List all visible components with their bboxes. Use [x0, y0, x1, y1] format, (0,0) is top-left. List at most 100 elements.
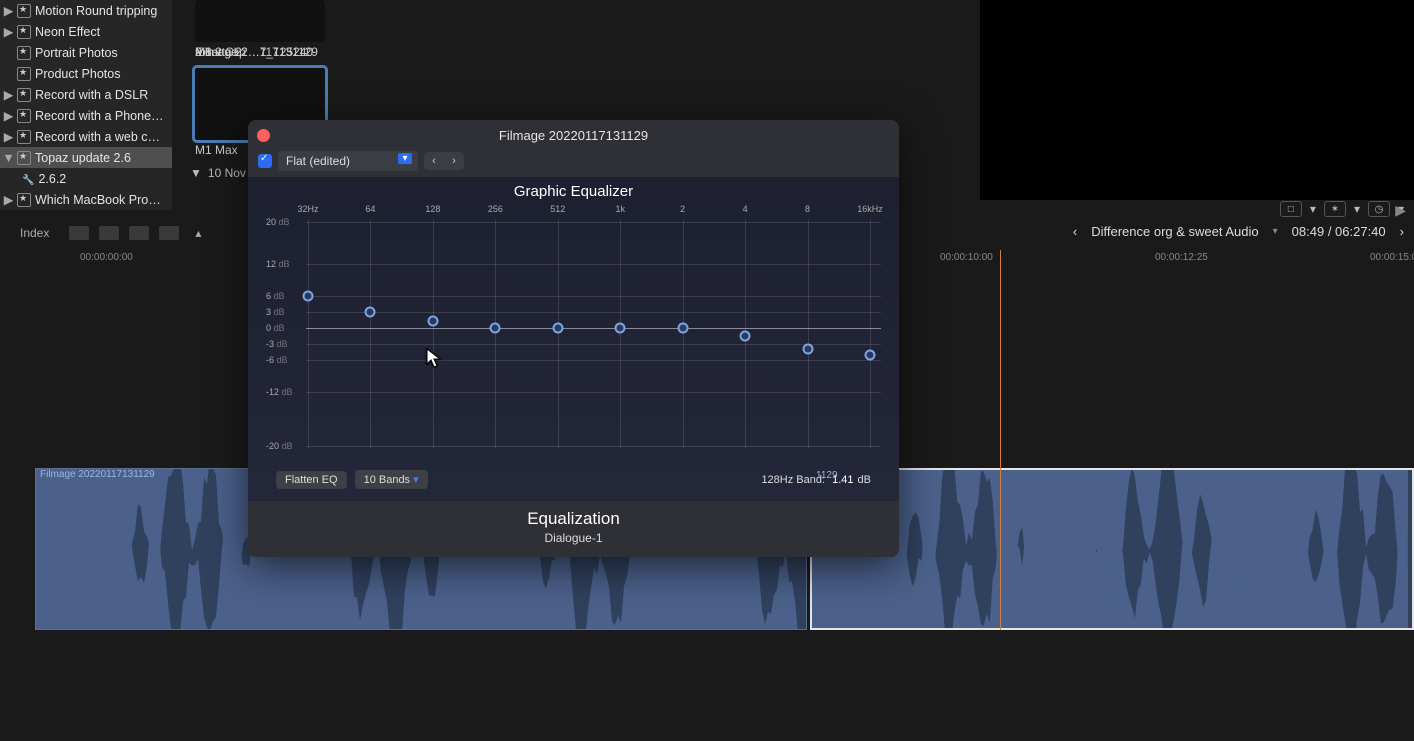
keyword-icon	[22, 172, 34, 186]
ruler-tick: 00:00:12:25	[1155, 252, 1208, 263]
eq-y-tick-label: 3 dB	[266, 307, 285, 317]
eq-band-handle[interactable]	[365, 307, 376, 318]
history-back-button[interactable]: ‹	[1073, 224, 1077, 239]
eq-band-handle[interactable]	[552, 323, 563, 334]
bands-select[interactable]: 10 Bands	[355, 470, 428, 489]
sidebar-item[interactable]: ▶Record with a Phone…	[0, 105, 172, 126]
eq-band-handle[interactable]	[615, 323, 626, 334]
preset-nav: ‹ ›	[424, 152, 464, 170]
eq-band-handle[interactable]	[490, 323, 501, 334]
close-button[interactable]	[257, 129, 270, 142]
prev-preset-button[interactable]: ‹	[424, 152, 444, 170]
play-button-icon[interactable]: ▶	[1395, 202, 1406, 219]
sidebar-item[interactable]: Portrait Photos	[0, 42, 172, 63]
sidebar-item-label: Record with a web c…	[35, 130, 172, 144]
tool-icon[interactable]	[99, 226, 119, 240]
next-preset-button[interactable]: ›	[444, 152, 464, 170]
eq-x-tick-label: 4	[743, 204, 748, 214]
chevron-down-icon[interactable]: ▾	[1310, 202, 1316, 216]
sidebar-item[interactable]: ▶ Record with a DSLR	[0, 84, 172, 105]
sidebar-item[interactable]: ▼ Topaz update 2.6	[0, 147, 172, 168]
eq-x-tick-label: 256	[488, 204, 503, 214]
eq-band-handle[interactable]	[865, 349, 876, 360]
chevron-down-icon[interactable]: ▾	[1354, 202, 1360, 216]
eq-graph-title: Graphic Equalizer	[262, 183, 885, 200]
viewer[interactable]	[980, 0, 1414, 200]
browser-date-header[interactable]: ▼10 Nov	[190, 166, 246, 180]
sidebar-item[interactable]: ▶ Record with a web c…	[0, 126, 172, 147]
favorite-badge-icon	[17, 151, 31, 165]
eq-x-tick-label: 1k	[615, 204, 625, 214]
enhance-tool-icon[interactable]: ✶	[1324, 201, 1346, 217]
favorite-badge-icon	[17, 4, 31, 18]
eq-x-tick-label: 2	[680, 204, 685, 214]
timeline-title-bar: ‹ Difference org & sweet Audio ▾ 08:49 / …	[1073, 224, 1404, 239]
disclosure-triangle-icon[interactable]: ▶	[4, 27, 13, 36]
eq-band-handle[interactable]	[677, 323, 688, 334]
disclosure-triangle-icon[interactable]	[4, 48, 13, 57]
sidebar-subitem[interactable]: 2.6.2	[0, 168, 172, 189]
eq-popover: Filmage 20220117131129 Flat (edited) ‹ ›…	[248, 120, 899, 557]
eq-preset-select[interactable]: Flat (edited)	[278, 151, 418, 171]
arrow-tool-icon[interactable]: ▴	[195, 226, 201, 240]
tool-icon[interactable]	[69, 226, 89, 240]
chevron-down-icon[interactable]: ▾	[1273, 226, 1278, 237]
tool-icon[interactable]	[129, 226, 149, 240]
eq-x-tick-label: 16kHz	[857, 204, 883, 214]
favorite-badge-icon	[17, 46, 31, 60]
eq-y-tick-label: -3 dB	[266, 339, 288, 349]
sidebar-item[interactable]: ▶ Which MacBook Pro…	[0, 189, 172, 210]
sidebar-item[interactable]: ▶ Neon Effect	[0, 21, 172, 42]
transform-tool-icon[interactable]: □	[1280, 201, 1302, 217]
disclosure-triangle-icon[interactable]	[4, 69, 13, 78]
sidebar-item[interactable]: Product Photos	[0, 63, 172, 84]
playhead[interactable]	[1000, 250, 1001, 630]
disclosure-triangle-icon[interactable]: ▶	[4, 132, 13, 141]
disclosure-triangle-icon[interactable]: ▶	[4, 90, 13, 99]
eq-y-tick-label: -6 dB	[266, 355, 288, 365]
sidebar-item-label: Product Photos	[35, 67, 172, 81]
sidebar-item-label: Portrait Photos	[35, 46, 172, 60]
playhead-time: 08:49 / 06:27:40	[1292, 224, 1386, 239]
sidebar-item-label: 2.6.2	[38, 172, 172, 186]
eq-x-tick-label: 8	[805, 204, 810, 214]
eq-graph[interactable]: 32Hz641282565121k24816kHz20 dB12 dB6 dB3…	[266, 204, 881, 464]
eq-y-tick-label: -12 dB	[266, 387, 293, 397]
timeline-title: Difference org & sweet Audio	[1091, 224, 1258, 239]
clip-thumbnail[interactable]: M1	[195, 0, 325, 59]
eq-band-handle[interactable]	[740, 331, 751, 342]
eq-band-handle[interactable]	[303, 291, 314, 302]
eq-band-handle[interactable]	[802, 344, 813, 355]
sidebar-item-label: Motion Round tripping	[35, 4, 172, 18]
disclosure-triangle-icon[interactable]: ▶	[4, 195, 13, 204]
index-button[interactable]: Index	[10, 224, 59, 242]
disclosure-triangle-icon[interactable]: ▶	[4, 111, 13, 120]
tool-icon[interactable]	[159, 226, 179, 240]
eq-y-tick-label: 0 dB	[266, 323, 285, 333]
ruler-tick: 00:00:15:00	[1370, 252, 1414, 263]
disclosure-triangle-icon[interactable]: ▶	[4, 6, 13, 15]
retime-tool-icon[interactable]: ◷	[1368, 201, 1390, 217]
sidebar-item-label: Neon Effect	[35, 25, 172, 39]
disclosure-triangle-icon[interactable]: ▼	[4, 153, 13, 162]
eq-y-tick-label: 6 dB	[266, 291, 285, 301]
eq-band-handle[interactable]	[427, 315, 438, 326]
favorite-badge-icon	[17, 25, 31, 39]
flatten-eq-button[interactable]: Flatten EQ	[276, 471, 347, 489]
ruler-tick: 00:00:10:00	[940, 252, 993, 263]
thumb-label: M1	[195, 45, 325, 59]
ruler-tick: 00:00:00:00	[80, 252, 133, 263]
clip-label: 1129	[816, 470, 838, 481]
audio-clip[interactable]: 1129	[810, 468, 1414, 630]
sidebar-item-label: Record with a DSLR	[35, 88, 172, 102]
sidebar-item-label: Topaz update 2.6	[35, 151, 172, 165]
eq-enable-checkbox[interactable]	[258, 154, 272, 168]
history-forward-button[interactable]: ›	[1400, 224, 1404, 239]
timeline-toolbar: Index ▴	[0, 222, 211, 244]
favorite-badge-icon	[17, 67, 31, 81]
favorite-badge-icon	[17, 109, 31, 123]
window-title: Filmage 20220117131129	[248, 120, 899, 149]
sidebar-item[interactable]: ▶ Motion Round tripping	[0, 0, 172, 21]
sidebar-item-label: Which MacBook Pro…	[35, 193, 172, 207]
disclosure-triangle-icon[interactable]: ▼	[190, 166, 202, 180]
